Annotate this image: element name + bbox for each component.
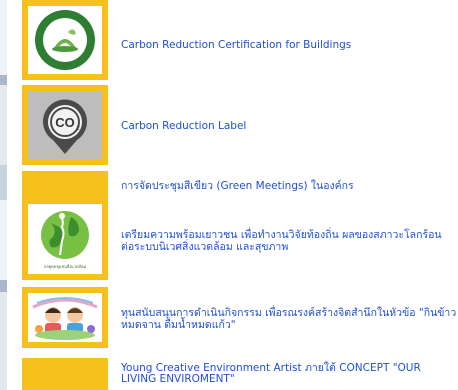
thumbnail[interactable]: กลยุทธชุมชนสิ่งแวดล้อม [22,198,108,280]
thumbnail[interactable] [22,358,108,390]
list-item-label[interactable]: Carbon Reduction Label [121,120,246,132]
activity-list: Carbon Reduction Certification for Build… [0,0,458,390]
list-item-green-meetings[interactable]: การจัดประชุมสีเขียว (Green Meetings) ในอ… [0,171,458,201]
svg-text:CO: CO [55,115,75,130]
youth-logo-caption: กลยุทธชุมชนสิ่งแวดล้อม [44,264,87,270]
list-item-label[interactable]: ทุนสนับสนุนการดำเนินกิจกรรม เพื่อรณรงค์ส… [121,307,457,331]
list-item-label[interactable]: เตรียมความพร้อมเยาวชน เพื่อทำงานวิจัยท้อ… [121,229,451,253]
list-item-youth-research[interactable]: กลยุทธชุมชนสิ่งแวดล้อม เตรียมความพร้อมเย… [0,198,458,280]
list-item-label[interactable]: การจัดประชุมสีเขียว (Green Meetings) ในอ… [121,180,354,192]
thumbnail[interactable] [22,0,108,80]
list-item-clean-plate-campaign[interactable]: ทุนสนับสนุนการดำเนินกิจกรรม เพื่อรณรงค์ส… [0,287,458,348]
thumbnail[interactable] [22,287,108,348]
list-item-young-artist[interactable]: Young Creative Environment Artist ภายใต้… [0,358,458,390]
list-item-label[interactable]: Carbon Reduction Certification for Build… [121,39,351,51]
carbon-certification-badge-icon [35,10,95,70]
kids-eating-campaign-icon [32,297,98,340]
thumbnail[interactable] [22,171,108,201]
list-item-carbon-label[interactable]: CO 2 Carbon Reduction Label [0,85,458,165]
list-item-carbon-certification[interactable]: Carbon Reduction Certification for Build… [0,0,458,80]
co2-label-icon: CO 2 [43,99,87,154]
thumbnail[interactable]: CO 2 [22,85,108,165]
list-item-label[interactable]: Young Creative Environment Artist ภายใต้… [121,363,451,385]
youth-globe-research-icon: กลยุทธชุมชนสิ่งแวดล้อม [41,211,89,270]
